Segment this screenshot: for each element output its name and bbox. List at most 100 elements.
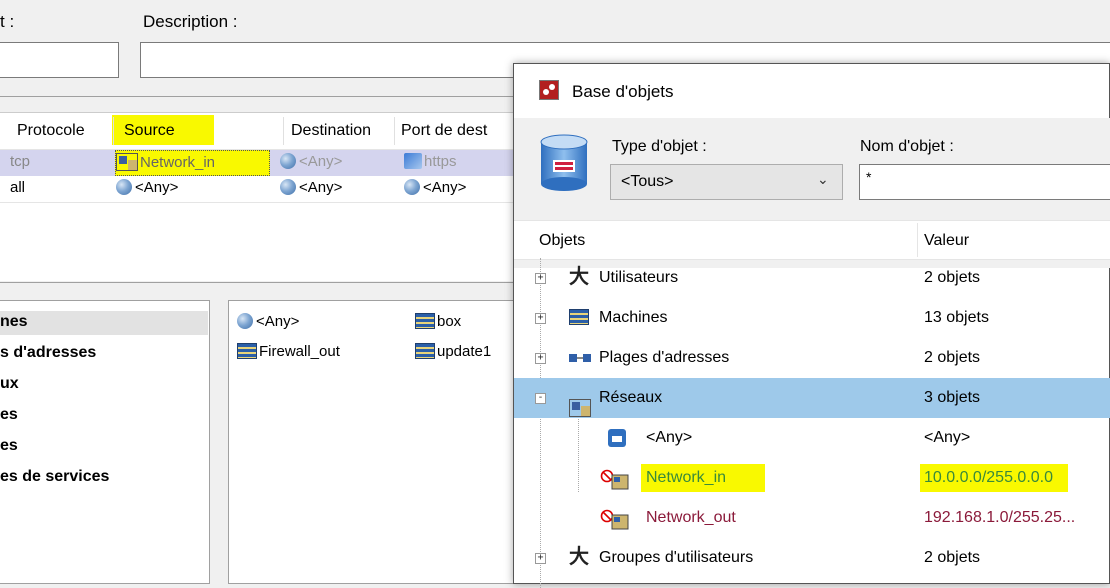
tree-item-value: 2 objets [924,549,981,566]
any-object-icon [608,429,626,447]
col-sep [917,223,918,257]
tree-item-label: Groupes d'utilisateurs [599,549,754,566]
row-port: https [404,153,457,170]
collapse-icon[interactable]: - [535,393,546,404]
expand-icon[interactable]: + [535,553,546,564]
tree: + 大 Utilisateurs 2 objets + Machines 13 … [514,258,1110,588]
expand-icon[interactable]: + [535,313,546,324]
tree-item-address-ranges[interactable]: + Plages d'adresses 2 objets [514,338,1110,378]
network-object-icon [600,467,630,490]
list-item-label: <Any> [256,313,300,330]
row-port-text: https [424,153,457,170]
category-item[interactable]: es [0,437,18,455]
category-list: nes s d'adresses ux es es es de services [0,300,210,584]
header-sep-3 [394,117,395,145]
row-protocol: all [10,179,26,196]
list-item[interactable]: Firewall_out [237,343,340,360]
header-destination[interactable]: Destination [291,122,371,140]
table-bottom-divider [0,282,520,283]
tree-item-value: 2 objets [924,349,981,366]
header-port[interactable]: Port de dest [401,122,487,140]
rules-table: Protocole Source Destination Port de des… [0,112,520,281]
table-row[interactable]: all <Any> <Any> <Any> [0,176,520,203]
header-protocol[interactable]: Protocole [17,122,85,140]
network-icon [116,153,138,171]
header-sep-2 [283,117,284,145]
row-destination: <Any> [280,153,342,170]
list-item[interactable]: box [415,313,461,330]
tree-header: Objets Valeur [514,220,1110,260]
tree-item-label: Réseaux [599,389,663,406]
col-value[interactable]: Valeur [924,232,969,250]
tree-item-label: Network_in [646,469,727,486]
chevron-down-icon: ⌄ [817,171,829,187]
row-destination-text: <Any> [299,179,343,196]
tree-item-network-in[interactable]: Network_in 10.0.0.0/255.0.0.0 [514,458,1110,498]
name-input[interactable]: * [859,164,1110,200]
rules-table-header: Protocole Source Destination Port de des… [0,113,520,150]
tree-item-machines[interactable]: + Machines 13 objets [514,298,1110,338]
globe-icon [280,153,296,169]
machine-icon [237,343,257,359]
tree-item-label: <Any> [646,429,693,446]
objects-database-dialog: Base d'objets Type d'objet : <Tous> ⌄ No… [513,63,1110,588]
category-item-selected-bg [0,311,208,335]
tree-item-any[interactable]: <Any> <Any> [514,418,1110,458]
globe-icon [237,313,253,329]
type-select[interactable]: <Tous> ⌄ [610,164,843,200]
list-item-label: Firewall_out [259,343,340,360]
list-item-label: box [437,313,462,330]
row-source: Network_in [116,153,215,171]
name-label: Nom d'objet : [860,138,954,155]
tree-item-value: 2 objets [924,269,981,286]
row-source-text: Network_in [140,154,216,171]
list-item[interactable]: update1 [415,343,491,360]
name-field[interactable] [0,42,119,78]
category-item[interactable]: nes [0,313,28,331]
list-item[interactable]: <Any> [237,313,299,330]
dialog-title: Base d'objets [572,82,674,101]
tree-item-value: 10.0.0.0/255.0.0.0 [924,469,1053,486]
network-object-icon [600,507,630,530]
tree-item-label: Machines [599,309,668,326]
address-range-icon [569,350,591,366]
col-objects[interactable]: Objets [539,232,585,250]
tree-item-value: <Any> [924,429,971,446]
row-destination: <Any> [280,179,342,196]
tree-item-value: 3 objets [924,389,981,406]
row-port: <Any> [404,179,466,196]
globe-icon [280,179,296,195]
tree-item-user-groups[interactable]: + 大 Groupes d'utilisateurs 2 objets [514,538,1110,578]
header-source[interactable]: Source [124,122,175,140]
header-sep-1 [113,117,114,145]
category-item[interactable]: s d'adresses [0,344,96,362]
table-row[interactable]: tcp Network_in <Any> https [0,150,520,176]
tree-item-value: 192.168.1.0/255.25... [924,509,1076,526]
tree-item-users[interactable]: + 大 Utilisateurs 2 objets [514,258,1110,298]
expand-icon[interactable]: + [535,353,546,364]
description-label: Description : [143,12,238,31]
machine-icon [415,313,435,329]
tree-item-networks[interactable]: - Réseaux 3 objets [514,378,1110,418]
machine-icon [415,343,435,359]
row-protocol: tcp [10,153,31,170]
expand-icon[interactable]: + [535,273,546,284]
row-source: <Any> [116,179,178,196]
network-icon [569,399,591,417]
category-item[interactable]: es [0,406,18,424]
tree-item-network-out[interactable]: Network_out 192.168.1.0/255.25... [514,498,1110,538]
category-item[interactable]: es de services [0,468,109,486]
machine-icon [569,309,589,325]
app-icon [539,80,559,100]
list-item-label: update1 [437,343,492,360]
name-label-text: t : [0,12,15,31]
name-label: t : [0,12,14,32]
service-icon [404,153,422,169]
category-item[interactable]: ux [0,375,19,393]
globe-icon [116,179,132,195]
tree-item-label: Network_out [646,509,736,526]
tree-item-label: Utilisateurs [599,269,679,286]
database-icon [538,134,590,192]
row-source-text: <Any> [135,179,179,196]
dialog-titlebar: Base d'objets [514,64,1109,118]
